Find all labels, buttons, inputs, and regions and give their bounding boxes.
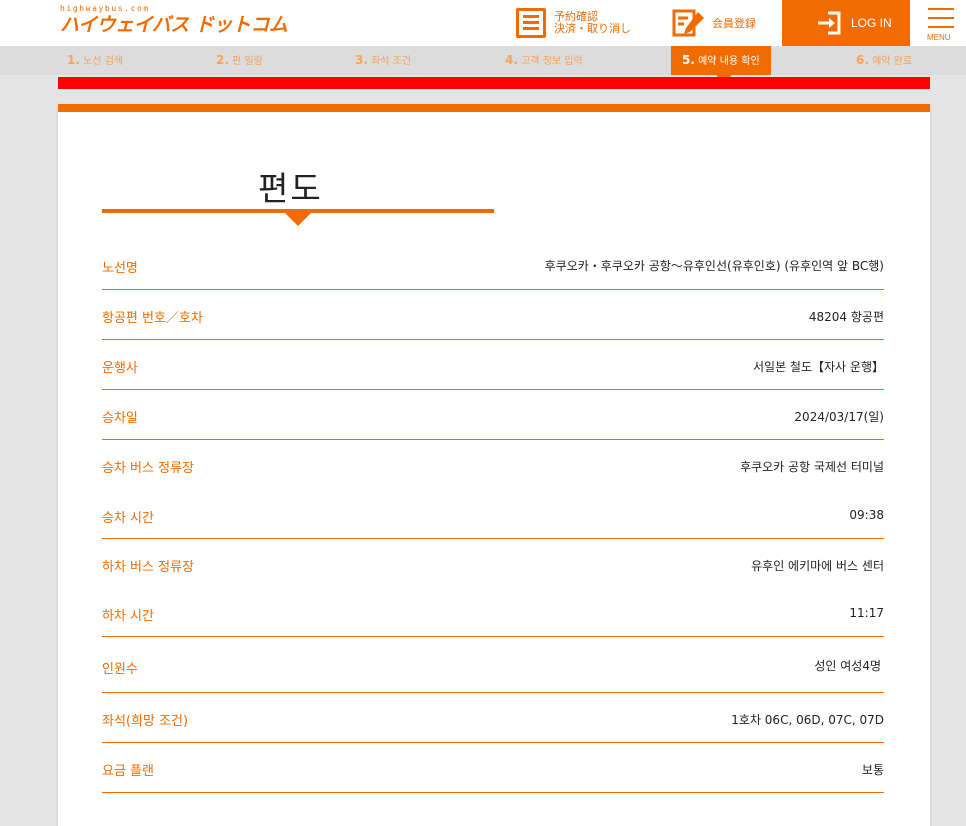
trip-detail-card: 편도 노선명 후쿠오카・후쿠오카 공항～유후인선(유후인호) (유후인역 앞 B…	[58, 104, 930, 826]
row-value: 후쿠오카・후쿠오카 공항～유후인선(유후인호) (유후인역 앞 BC행)	[544, 259, 884, 273]
card-title: 편도	[258, 169, 323, 208]
step-seat-conditions: 3. 좌석 조건	[355, 53, 412, 67]
member-register-button[interactable]: 会員登録	[672, 0, 756, 46]
login-label: LOG IN	[851, 16, 892, 30]
menu-button[interactable]: MENU	[922, 0, 966, 46]
login-icon	[818, 11, 841, 35]
row-label: 승차 시간	[102, 511, 154, 526]
detail-row-alighting-stop-time: 하차 버스 정류장 유후인 에키마에 버스 센터 하차 시간 11:17	[102, 539, 884, 637]
row-value: 성인 여성4명	[814, 659, 881, 673]
row-label: 노선명	[102, 261, 138, 276]
title-arrow	[284, 212, 312, 226]
row-value: 1호차 06C, 06D, 07C, 07D	[731, 713, 884, 727]
row-value: 보통	[861, 763, 884, 777]
detail-row-boarding-stop-time: 승차 버스 정류장 후쿠오카 공항 국제선 터미널 승차 시간 09:38	[102, 440, 884, 539]
reservation-confirm-button[interactable]: 予約確認 決済・取り消し	[516, 0, 631, 46]
row-value: 후쿠오카 공항 국제선 터미널	[740, 460, 884, 474]
logo-title-text: ハイウェイバス ドットコム	[60, 14, 288, 36]
step-reservation-complete: 6. 예약 완료	[856, 53, 913, 67]
alert-bar	[58, 77, 930, 89]
row-label: 하차 시간	[102, 609, 154, 624]
detail-row-route: 노선명 후쿠오카・후쿠오카 공항～유후인선(유후인호) (유후인역 앞 BC행)	[102, 239, 884, 290]
confirm-label-line2: 決済・取り消し	[554, 22, 631, 35]
row-value: 11:17	[849, 606, 884, 620]
row-label: 승차 버스 정류장	[102, 461, 194, 476]
row-value: 유후인 에키마에 버스 센터	[751, 559, 884, 573]
row-label: 승차일	[102, 411, 138, 426]
hamburger-icon	[928, 8, 954, 10]
register-label: 会員登録	[712, 17, 756, 30]
row-label: 하차 버스 정류장	[102, 560, 194, 575]
row-value: 09:38	[849, 508, 884, 522]
detail-row-seats: 좌석(희망 조건) 1호차 06C, 06D, 07C, 07D	[102, 693, 884, 743]
row-label: 인원수	[102, 662, 138, 677]
site-logo[interactable]: highwaybus.com ハイウェイバス ドットコム	[60, 4, 288, 37]
row-label: 항공편 번호／호차	[102, 311, 203, 326]
step-trip-list: 2. 편 일람	[216, 53, 263, 67]
row-value: 서일본 철도【자사 운행】	[753, 360, 884, 374]
row-label: 운행사	[102, 361, 138, 376]
detail-row-passengers: 인원수 성인 여성4명	[102, 637, 884, 693]
row-value: 2024/03/17(일)	[794, 410, 884, 424]
step-customer-info: 4. 고객 정보 입력	[505, 53, 583, 67]
detail-row-flight-number: 항공편 번호／호차 48204 항공편	[102, 290, 884, 340]
detail-row-boarding-date: 승차일 2024/03/17(일)	[102, 390, 884, 440]
step-reservation-confirm: 5. 예약 내용 확인	[671, 46, 771, 83]
detail-row-fare-plan: 요금 플랜 보통	[102, 743, 884, 793]
row-label: 요금 플랜	[102, 764, 154, 779]
row-value: 48204 항공편	[808, 310, 884, 324]
booking-steps: 1. 노선 검색 2. 편 일람 3. 좌석 조건 4. 고객 정보 입력 5.…	[0, 46, 966, 83]
pencil-note-icon	[672, 9, 704, 37]
detail-row-operator: 운행사 서일본 철도【자사 운행】	[102, 340, 884, 390]
logo-domain-text: highwaybus.com	[60, 4, 150, 13]
menu-label: MENU	[927, 33, 951, 42]
step-route-search: 1. 노선 검색	[67, 53, 124, 67]
list-icon	[516, 8, 546, 38]
row-label: 좌석(희망 조건)	[102, 714, 189, 729]
login-button[interactable]: LOG IN	[782, 0, 910, 46]
site-header: highwaybus.com ハイウェイバス ドットコム 予約確認 決済・取り消…	[0, 0, 966, 46]
